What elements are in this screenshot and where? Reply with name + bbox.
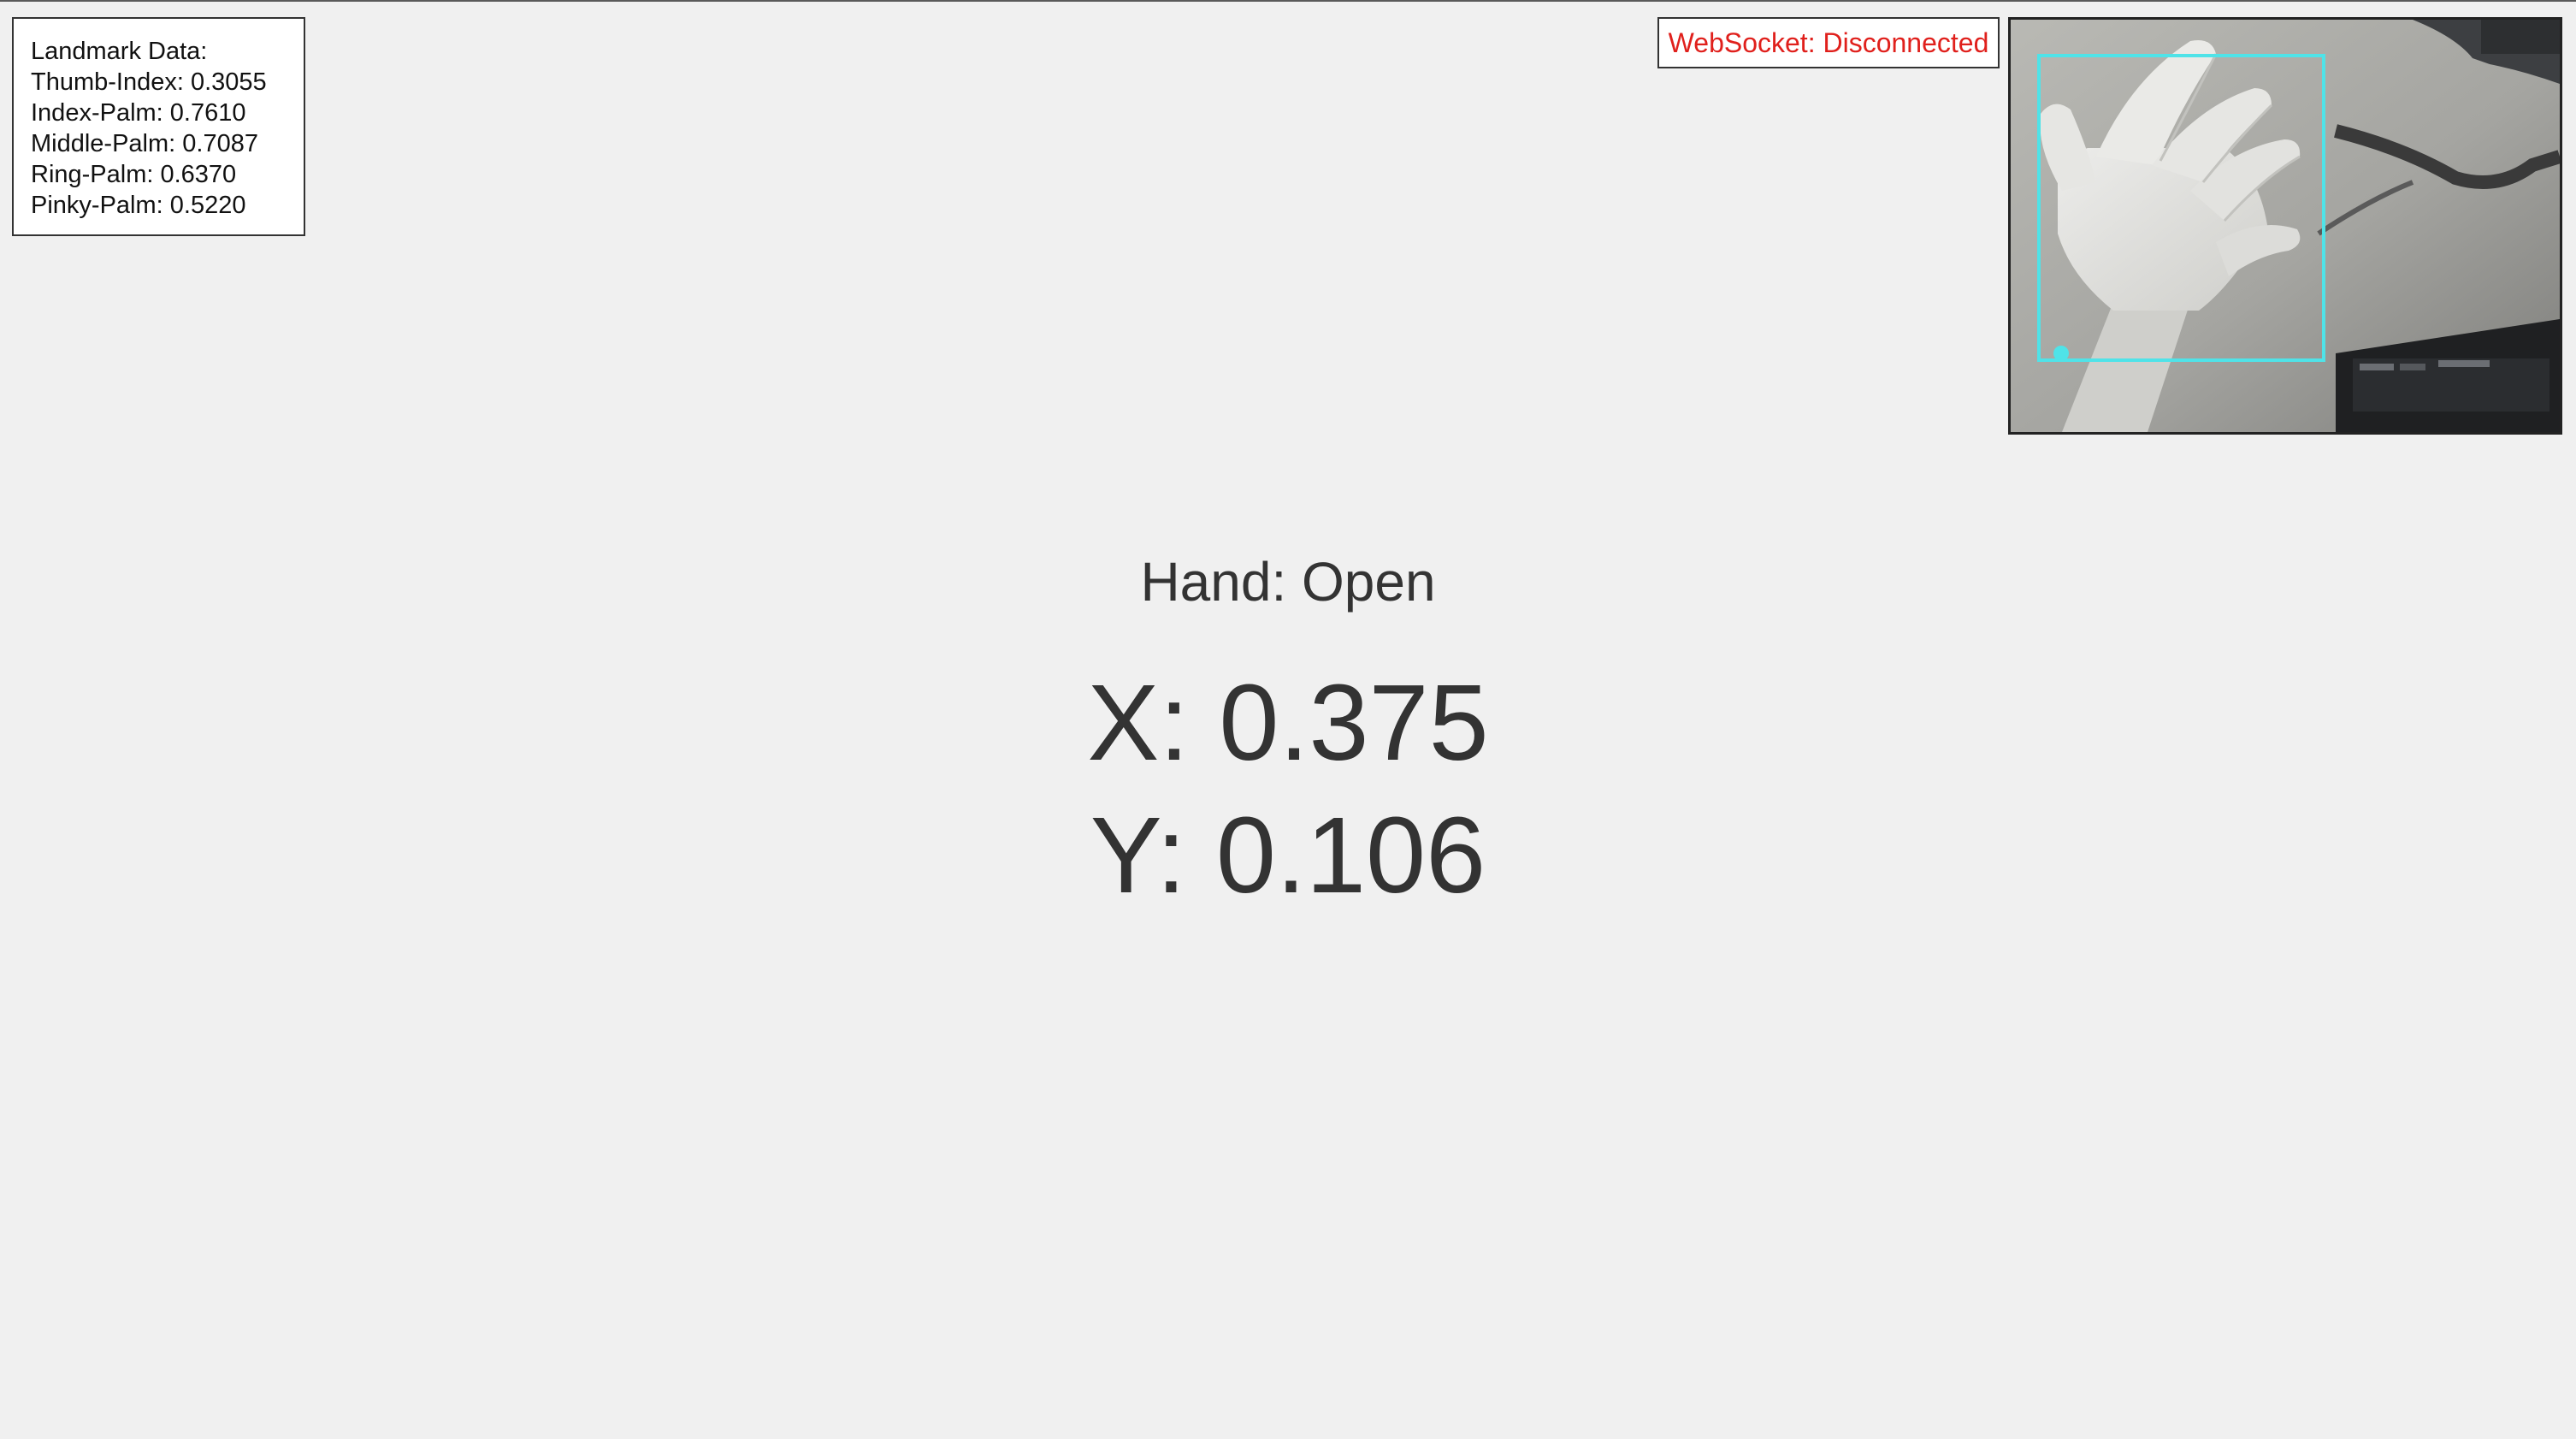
hand-state-label: Hand: Open (1140, 551, 1436, 613)
camera-feed-image (2011, 20, 2560, 432)
landmark-row-ring-palm: Ring-Palm: 0.6370 (31, 161, 237, 188)
x-coordinate-readout: X: 0.375 (1087, 662, 1489, 783)
websocket-status: WebSocket: Disconnected (1657, 17, 2000, 68)
y-coordinate-readout: Y: 0.106 (1090, 795, 1486, 915)
window-top-border (0, 0, 2576, 2)
landmark-row-pinky-palm: Pinky-Palm: 0.5220 (31, 192, 246, 219)
landmark-row-middle-palm: Middle-Palm: 0.7087 (31, 130, 258, 157)
landmark-panel-title: Landmark Data: (31, 38, 208, 65)
landmark-row-index-palm: Index-Palm: 0.7610 (31, 99, 246, 127)
landmark-data-panel: Landmark Data: Thumb-Index: 0.3055 Index… (12, 17, 305, 236)
wrist-landmark-dot (2053, 346, 2069, 361)
landmark-row-thumb-index: Thumb-Index: 0.3055 (31, 68, 267, 96)
camera-preview (2008, 17, 2562, 435)
